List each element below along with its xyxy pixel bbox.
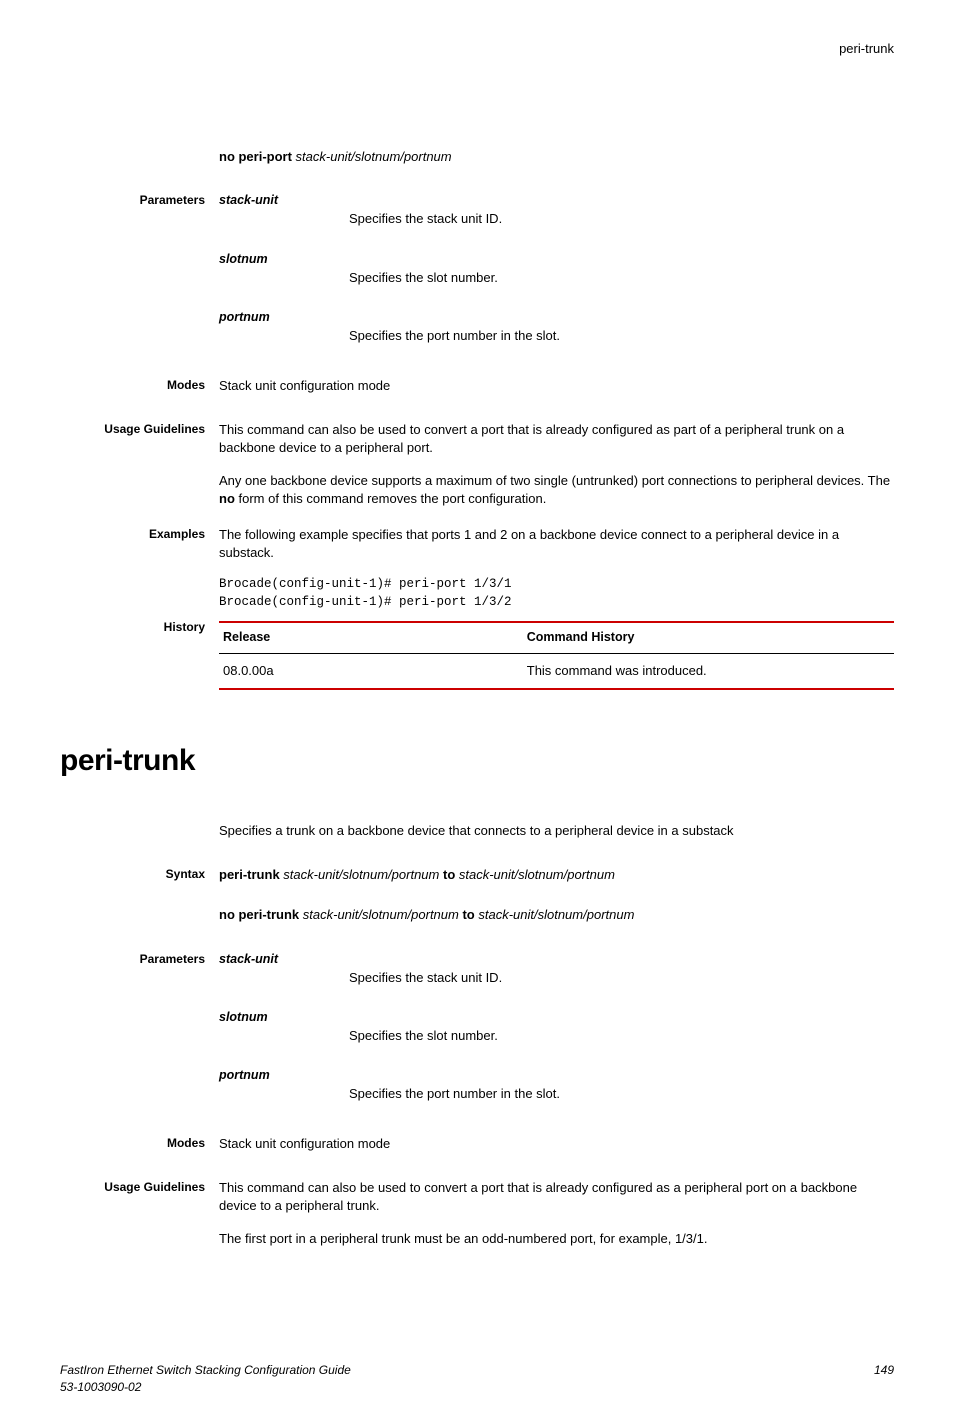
examples-label: Examples (60, 526, 219, 615)
param-desc: Specifies the slot number. (349, 251, 894, 287)
param-name: portnum (219, 1067, 349, 1103)
param-name: stack-unit (219, 192, 349, 228)
usage-para-2: Any one backbone device supports a maxim… (219, 472, 894, 508)
history-table: Release Command History 08.0.00a This co… (219, 621, 894, 690)
empty-label (60, 148, 219, 166)
param-desc: Specifies the slot number. (349, 1009, 894, 1045)
param-row: stack-unit Specifies the stack unit ID. (219, 951, 894, 987)
history-desc: This command was introduced. (523, 653, 894, 689)
footer-page-number: 149 (874, 1362, 894, 1396)
footer-doc-id: 53-1003090-02 (60, 1379, 351, 1396)
param-row: stack-unit Specifies the stack unit ID. (219, 192, 894, 228)
param-row: portnum Specifies the port number in the… (219, 1067, 894, 1103)
modes-label: Modes (60, 1135, 219, 1153)
param-row: slotnum Specifies the slot number. (219, 251, 894, 287)
history-header-cmdhist: Command History (523, 622, 894, 653)
examples-intro: The following example specifies that por… (219, 526, 894, 562)
usage-para-1: This command can also be used to convert… (219, 421, 894, 457)
param-desc: Specifies the stack unit ID. (349, 951, 894, 987)
syntax-label: Syntax (60, 866, 219, 946)
empty-label (60, 822, 219, 840)
history-release: 08.0.00a (219, 653, 523, 689)
param-name: slotnum (219, 251, 349, 287)
modes-value: Stack unit configuration mode (219, 1135, 894, 1153)
param-row: slotnum Specifies the slot number. (219, 1009, 894, 1045)
param-name: portnum (219, 309, 349, 345)
command-summary: Specifies a trunk on a backbone device t… (219, 822, 894, 840)
no-periport-cmd: no peri-port (219, 149, 296, 164)
history-row: 08.0.00a This command was introduced. (219, 653, 894, 689)
param-desc: Specifies the stack unit ID. (349, 192, 894, 228)
command-title: peri-trunk (60, 740, 894, 782)
modes-value: Stack unit configuration mode (219, 377, 894, 395)
modes-label: Modes (60, 377, 219, 395)
examples-code: Brocade(config-unit-1)# peri-port 1/3/1 … (219, 576, 894, 611)
no-periport-args: stack-unit/slotnum/portnum (296, 149, 452, 164)
usage-para-2: The first port in a peripheral trunk mus… (219, 1230, 894, 1248)
param-name: stack-unit (219, 951, 349, 987)
footer-doc-title: FastIron Ethernet Switch Stacking Config… (60, 1362, 351, 1379)
page-footer: FastIron Ethernet Switch Stacking Config… (60, 1362, 894, 1396)
history-label: History (60, 619, 219, 690)
param-row: portnum Specifies the port number in the… (219, 309, 894, 345)
syntax-line: peri-trunk stack-unit/slotnum/portnum to… (219, 866, 894, 884)
param-desc: Specifies the port number in the slot. (349, 1067, 894, 1103)
usage-label: Usage Guidelines (60, 1179, 219, 1262)
syntax-no-line: no peri-trunk stack-unit/slotnum/portnum… (219, 906, 894, 924)
parameters-label: Parameters (60, 951, 219, 1126)
param-name: slotnum (219, 1009, 349, 1045)
param-desc: Specifies the port number in the slot. (349, 309, 894, 345)
parameters-label: Parameters (60, 192, 219, 367)
running-header: peri-trunk (60, 40, 894, 58)
usage-label: Usage Guidelines (60, 421, 219, 522)
usage-para-1: This command can also be used to convert… (219, 1179, 894, 1215)
history-header-release: Release (219, 622, 523, 653)
